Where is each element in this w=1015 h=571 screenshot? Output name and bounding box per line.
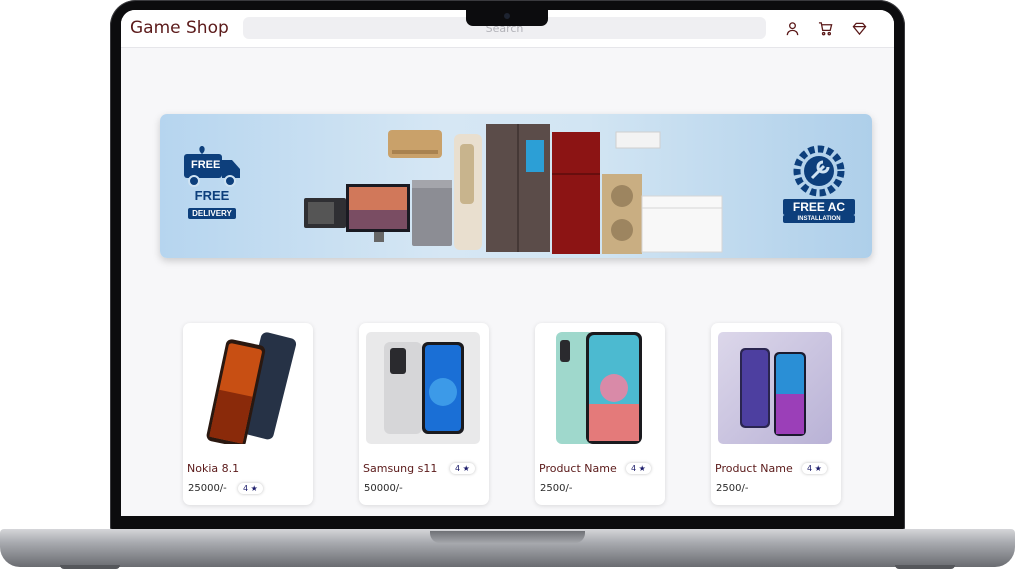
gear-wrench-icon: [792, 144, 846, 198]
rating-value: 4: [455, 464, 461, 473]
user-icon[interactable]: [783, 19, 801, 37]
badge-free-ac-text: FREE AC: [783, 199, 855, 215]
rating-value: 4: [631, 464, 637, 473]
star-icon: ★: [462, 464, 470, 473]
product-price: 2500/-: [540, 483, 573, 494]
rating-value: 4: [243, 484, 249, 493]
product-card[interactable]: Product Name 4 ★ 2500/-: [711, 323, 841, 505]
free-ac-installation-badge: FREE AC INSTALLATION: [777, 144, 861, 223]
appliances-illustration: [304, 124, 723, 254]
rating-badge: 4 ★: [626, 463, 651, 474]
rating-badge: 4 ★: [802, 463, 827, 474]
delivery-truck-icon: FREE: [180, 144, 244, 188]
product-card[interactable]: Samsung s11 4 ★ 50000/-: [359, 323, 489, 505]
rating-value: 4: [807, 464, 813, 473]
rating-badge: 4 ★: [450, 463, 475, 474]
star-icon: ★: [814, 464, 822, 473]
product-name[interactable]: Product Name: [539, 462, 629, 475]
app-title[interactable]: Game Shop: [130, 18, 229, 38]
laptop-hinge: [430, 531, 585, 543]
star-icon: ★: [250, 484, 258, 493]
badge-delivery-text: DELIVERY: [188, 208, 236, 219]
wishlist-icon[interactable]: [850, 19, 868, 37]
camera-icon: [504, 13, 510, 19]
cart-icon[interactable]: [816, 19, 834, 37]
product-price: 50000/-: [364, 483, 403, 494]
product-name[interactable]: Samsung s11: [363, 462, 453, 475]
product-name[interactable]: Product Name: [715, 462, 805, 475]
star-icon: ★: [638, 464, 646, 473]
product-name[interactable]: Nokia 8.1: [187, 462, 277, 475]
laptop-foot: [895, 565, 955, 569]
product-price: 2500/-: [716, 483, 749, 494]
free-delivery-badge: FREE FREE DELIVERY: [177, 144, 247, 221]
product-card[interactable]: Nokia 8.1 4 ★ 25000/-: [183, 323, 313, 505]
laptop-foot: [60, 565, 120, 569]
badge-top-text: FREE: [191, 159, 221, 171]
rating-badge: 4 ★: [238, 483, 263, 494]
camera-notch: [466, 8, 548, 26]
badge-free-text: FREE: [194, 188, 230, 203]
product-card[interactable]: Product Name 4 ★ 2500/-: [535, 323, 665, 505]
product-price: 25000/-: [188, 483, 227, 494]
badge-installation-text: INSTALLATION: [783, 215, 855, 223]
laptop-frame: Game Shop Search FREE FREE DELIVERY FREE…: [0, 0, 1015, 571]
product-image[interactable]: [366, 332, 480, 444]
app-screen: Game Shop Search FREE FREE DELIVERY FREE…: [121, 10, 894, 516]
promo-banner[interactable]: FREE FREE DELIVERY FREE AC INSTALLATION: [160, 114, 872, 258]
product-image[interactable]: [542, 332, 656, 444]
product-image[interactable]: [718, 332, 832, 444]
product-image[interactable]: [190, 332, 304, 444]
